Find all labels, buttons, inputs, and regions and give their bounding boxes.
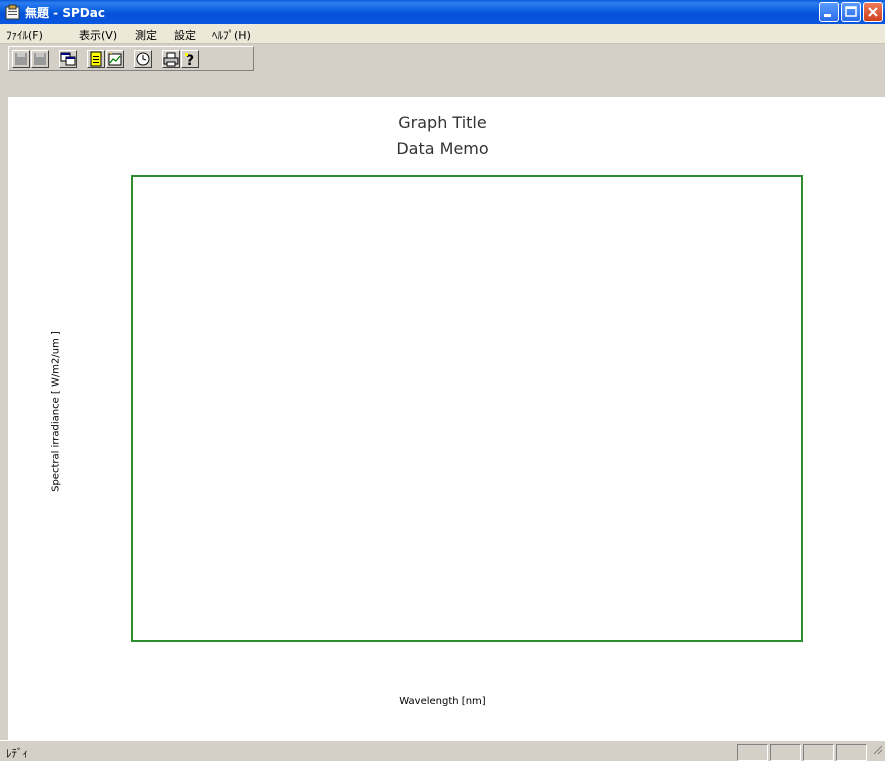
maximize-button[interactable] <box>841 2 861 22</box>
graph-data-memo: Data Memo <box>396 139 489 158</box>
maximize-icon <box>845 6 857 17</box>
print-button[interactable] <box>162 50 180 68</box>
menu-view[interactable]: 表示(V) <box>79 27 117 43</box>
help-icon: ? <box>185 53 194 67</box>
copy-window-icon <box>60 52 76 66</box>
print-icon <box>163 52 179 67</box>
minimize-button[interactable] <box>819 2 839 22</box>
copy-window-button[interactable] <box>59 50 77 68</box>
toolbar: ? <box>0 44 885 97</box>
clock-icon <box>136 52 150 66</box>
graph-title: Graph Title <box>398 113 487 132</box>
note-icon <box>90 51 102 67</box>
menu-measure[interactable]: 測定 <box>135 27 157 43</box>
new-graph-icon <box>108 52 122 66</box>
status-pane-2 <box>770 744 801 761</box>
plot-area[interactable] <box>131 175 803 642</box>
save-button[interactable] <box>12 50 30 68</box>
save-disabled-icon <box>15 53 27 65</box>
menu-file[interactable]: ﾌｧｲﾙ(F) <box>6 27 43 43</box>
toolbar-band: ? <box>8 46 254 71</box>
note-button[interactable] <box>87 50 105 68</box>
help-button[interactable]: ? <box>181 50 199 68</box>
window-left-border <box>0 97 8 740</box>
save-all-button[interactable] <box>31 50 49 68</box>
status-bar: ﾚﾃﾞｨ <box>0 740 885 761</box>
menu-help[interactable]: ﾍﾙﾌﾟ(H) <box>212 27 251 43</box>
timer-button[interactable] <box>134 50 152 68</box>
minimize-icon <box>824 14 831 17</box>
save-all-disabled-icon <box>34 53 46 65</box>
status-pane-4 <box>836 744 867 761</box>
window-title: 無題 - SPDac <box>25 6 105 20</box>
x-axis-label: Wavelength [nm] <box>399 696 486 707</box>
status-text: ﾚﾃﾞｨ <box>6 747 28 760</box>
menu-bar: ﾌｧｲﾙ(F) 表示(V) 測定 設定 ﾍﾙﾌﾟ(H) <box>0 24 885 44</box>
status-pane-1 <box>737 744 768 761</box>
status-pane-3 <box>803 744 834 761</box>
close-icon <box>868 7 878 17</box>
app-icon <box>5 4 20 20</box>
title-bar[interactable]: 無題 - SPDac <box>0 0 885 24</box>
menu-settings[interactable]: 設定 <box>174 27 196 43</box>
resize-grip-icon[interactable] <box>871 740 883 759</box>
y-axis-label: Spectral irradiance [ W/m2/um ] <box>50 331 62 492</box>
new-graph-button[interactable] <box>106 50 124 68</box>
close-button[interactable] <box>863 2 883 22</box>
